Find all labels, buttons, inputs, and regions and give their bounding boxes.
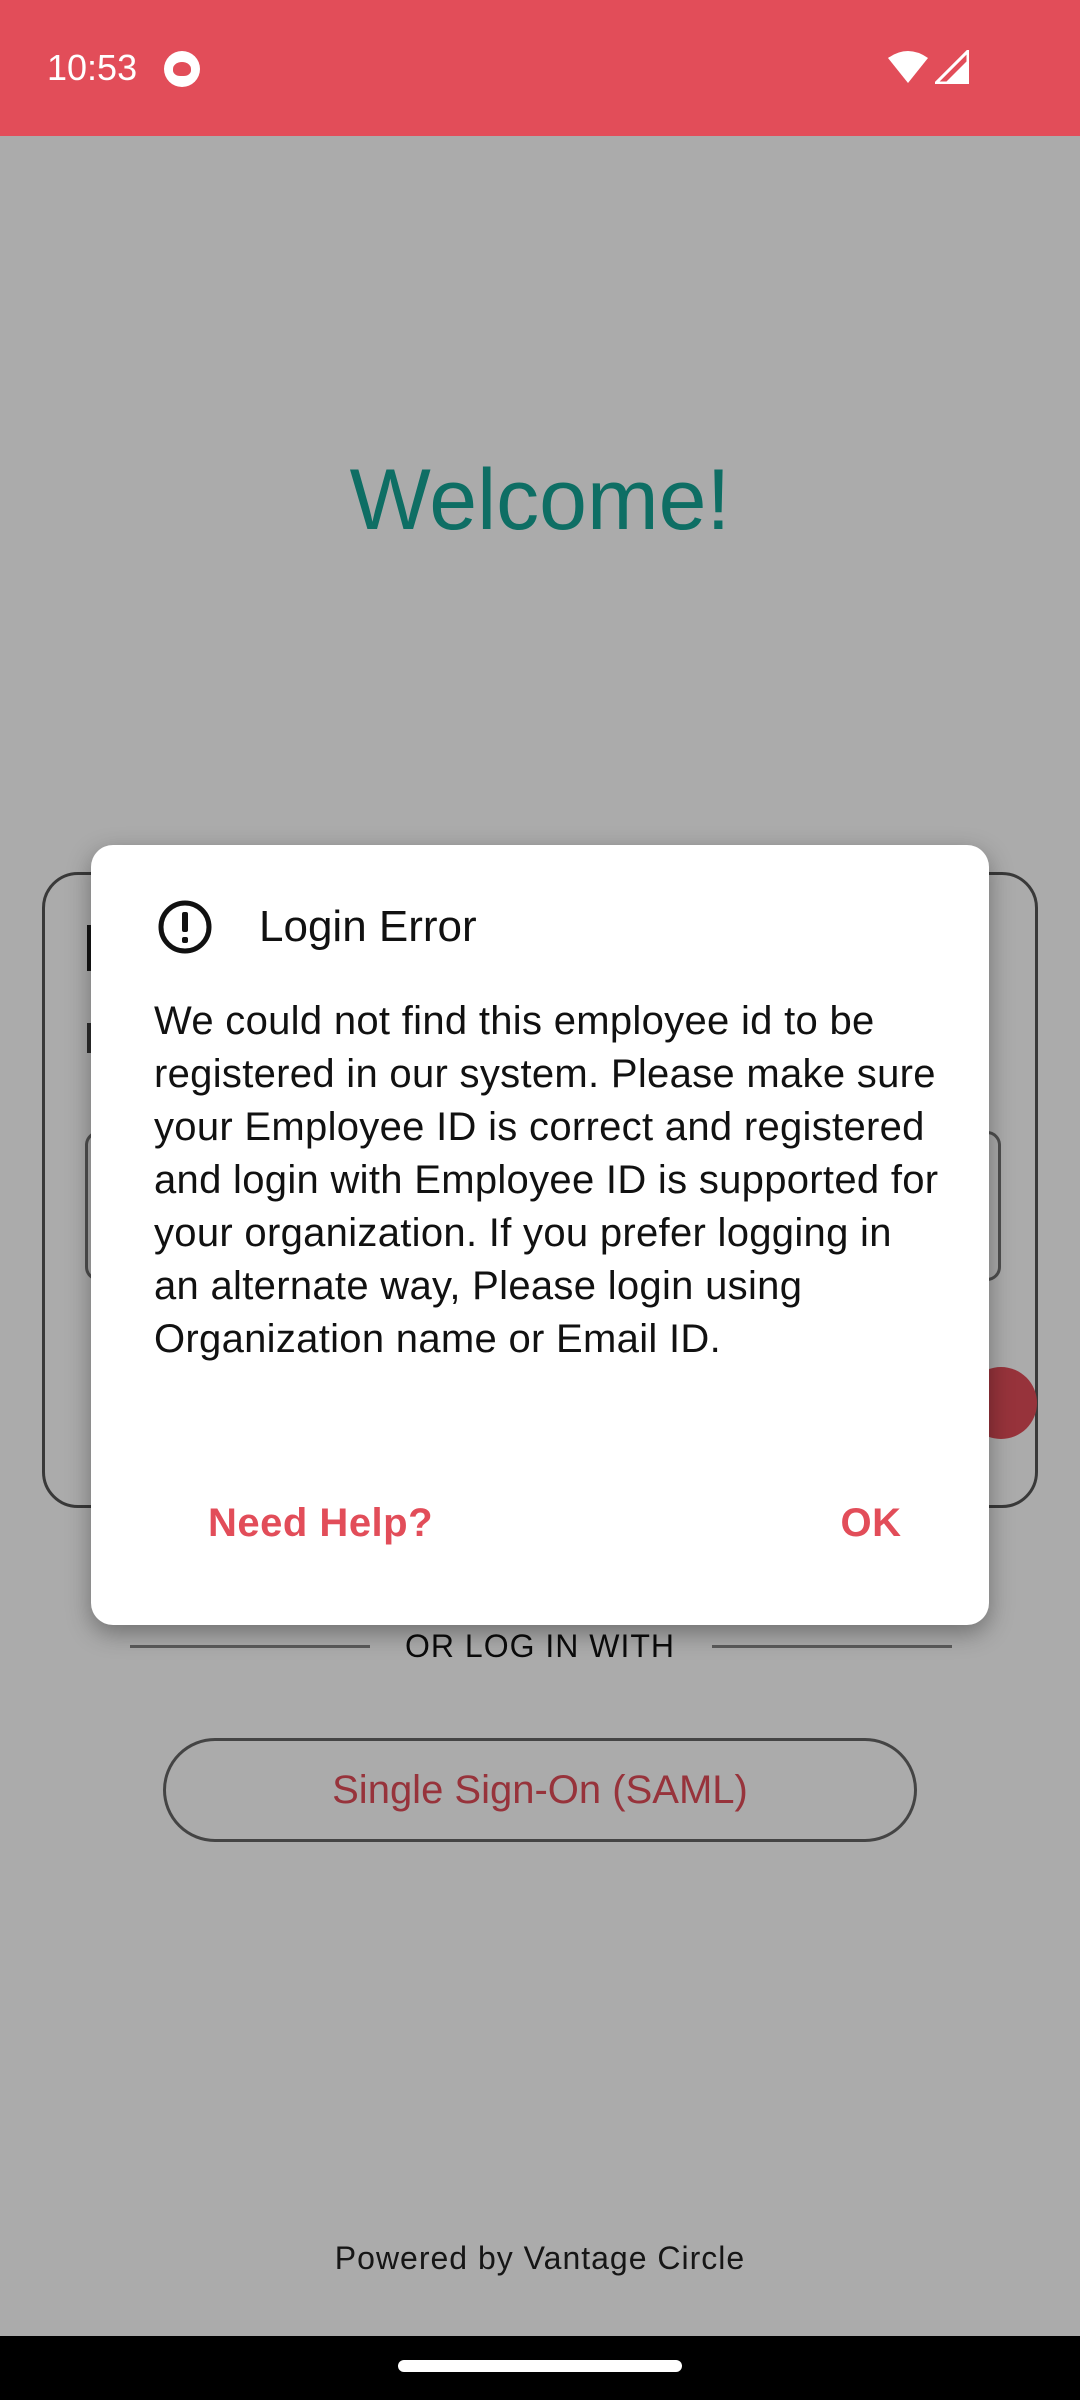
screen: Welcome! OR LOG IN WITH Single Sign-On (…: [0, 0, 1080, 2400]
need-help-button[interactable]: Need Help?: [208, 1485, 433, 1561]
app-notification-icon: [164, 51, 200, 87]
ok-button[interactable]: OK: [811, 1485, 931, 1561]
wifi-icon: [888, 51, 928, 83]
home-indicator[interactable]: [398, 2360, 682, 2372]
dialog-message: We could not find this employee id to be…: [154, 999, 939, 1361]
dialog-title: Login Error: [259, 902, 477, 951]
status-time: 10:53: [47, 47, 138, 88]
login-error-dialog: Login Error We could not find this emplo…: [91, 845, 989, 1625]
status-bar: 10:53: [0, 0, 1080, 136]
alert-circle-icon: [158, 900, 212, 954]
signal-icon: [935, 50, 969, 84]
